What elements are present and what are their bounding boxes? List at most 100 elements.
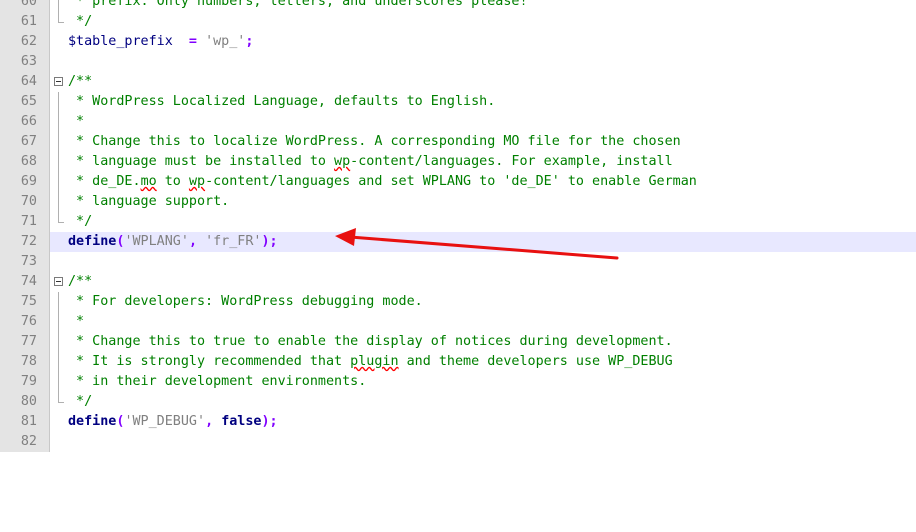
line-number: 81	[0, 412, 49, 432]
fold-guide	[49, 152, 67, 172]
line-number: 77	[0, 332, 49, 352]
line-number: 70	[0, 192, 49, 212]
string-literal: 'WPLANG'	[124, 234, 189, 249]
fold-guide	[49, 312, 67, 332]
code-comment: */	[68, 394, 93, 409]
code-line[interactable]: 63	[0, 52, 916, 72]
code-line[interactable]: 66 *	[0, 112, 916, 132]
code-comment: * language support.	[68, 194, 230, 209]
fold-margin	[49, 412, 67, 432]
code-line[interactable]: 82	[0, 432, 916, 452]
line-number: 80	[0, 392, 49, 412]
string-literal: 'wp_'	[205, 34, 246, 49]
fold-guide	[49, 92, 67, 112]
fold-guide	[49, 172, 67, 192]
code-comment: *	[68, 114, 85, 129]
line-number: 82	[0, 432, 49, 452]
code-line[interactable]: 75 * For developers: WordPress debugging…	[0, 292, 916, 312]
keyword: define	[68, 414, 117, 429]
line-number: 71	[0, 212, 49, 232]
fold-margin	[49, 432, 67, 452]
code-editor[interactable]: 60 * prefix. Only numbers, letters, and …	[0, 0, 916, 452]
fold-guide	[49, 352, 67, 372]
code-comment: /**	[68, 274, 93, 289]
code-line[interactable]: 77 * Change this to true to enable the d…	[0, 332, 916, 352]
code-line[interactable]: 79 * in their development environments.	[0, 372, 916, 392]
fold-guide	[49, 112, 67, 132]
code-line[interactable]: 64 /**	[0, 72, 916, 92]
code-comment: */	[68, 214, 93, 229]
fold-margin	[49, 252, 67, 272]
code-line[interactable]: 62 $table_prefix = 'wp_';	[0, 32, 916, 52]
line-number: 72	[0, 232, 49, 252]
operator: ,	[188, 234, 206, 249]
spell-error-word: wp	[188, 174, 206, 189]
fold-end-marker	[49, 392, 67, 412]
line-number: 61	[0, 12, 49, 32]
code-comment: * Change this to true to enable the disp…	[68, 334, 673, 349]
php-variable: $table_prefix	[68, 34, 173, 49]
line-number: 75	[0, 292, 49, 312]
operator: ;	[245, 34, 254, 49]
fold-margin	[49, 52, 67, 72]
code-line[interactable]: 73	[0, 252, 916, 272]
code-line[interactable]: 68 * language must be installed to wp-co…	[0, 152, 916, 172]
code-comment: * WordPress Localized Language, defaults…	[68, 94, 496, 109]
code-statement: define('WPLANG', 'fr_FR');	[68, 232, 278, 252]
code-comment: * de_DE.mo to wp-content/languages and s…	[68, 174, 697, 189]
line-number: 64	[0, 72, 49, 92]
code-line[interactable]: 78 * It is strongly recommended that plu…	[0, 352, 916, 372]
code-comment: *	[68, 314, 85, 329]
operator: );	[261, 414, 278, 429]
fold-collapse-icon[interactable]	[49, 72, 67, 92]
fold-margin	[49, 32, 67, 52]
code-statement: define('WP_DEBUG', false);	[68, 412, 278, 432]
code-line[interactable]: 61 */	[0, 12, 916, 32]
fold-end-marker	[49, 212, 67, 232]
code-line[interactable]: 65 * WordPress Localized Language, defau…	[0, 92, 916, 112]
code-line[interactable]: 70 * language support.	[0, 192, 916, 212]
fold-guide	[49, 372, 67, 392]
spell-error-word: mo	[140, 174, 157, 189]
code-comment: * For developers: WordPress debugging mo…	[68, 294, 423, 309]
fold-guide	[49, 0, 67, 12]
line-number: 79	[0, 372, 49, 392]
line-number: 67	[0, 132, 49, 152]
line-number: 68	[0, 152, 49, 172]
keyword: define	[68, 234, 117, 249]
line-number: 74	[0, 272, 49, 292]
code-line[interactable]: 69 * de_DE.mo to wp-content/languages an…	[0, 172, 916, 192]
fold-guide	[49, 332, 67, 352]
code-statement: $table_prefix = 'wp_';	[68, 32, 253, 52]
code-comment: * It is strongly recommended that plugin…	[68, 354, 673, 369]
code-line[interactable]: 60 * prefix. Only numbers, letters, and …	[0, 0, 916, 12]
fold-guide	[49, 292, 67, 312]
line-number: 60	[0, 0, 49, 12]
code-line[interactable]: 74 /**	[0, 272, 916, 292]
code-comment: * language must be installed to wp-conte…	[68, 154, 673, 169]
code-comment: /**	[68, 74, 93, 89]
code-comment: * in their development environments.	[68, 374, 367, 389]
string-literal: 'fr_FR'	[205, 234, 262, 249]
fold-guide	[49, 192, 67, 212]
current-line-highlight[interactable]: 72 define('WPLANG', 'fr_FR');	[0, 232, 916, 252]
line-number: 62	[0, 32, 49, 52]
fold-collapse-icon[interactable]	[49, 272, 67, 292]
operator: );	[261, 234, 278, 249]
spell-error-word: wp	[334, 154, 351, 169]
code-line[interactable]: 71 */	[0, 212, 916, 232]
line-number: 73	[0, 252, 49, 272]
code-line[interactable]: 76 *	[0, 312, 916, 332]
code-comment: */	[68, 14, 93, 29]
code-line[interactable]: 81 define('WP_DEBUG', false);	[0, 412, 916, 432]
fold-guide	[49, 132, 67, 152]
operator: ,	[205, 414, 222, 429]
code-comment: * prefix. Only numbers, letters, and und…	[68, 0, 528, 9]
code-line[interactable]: 67 * Change this to localize WordPress. …	[0, 132, 916, 152]
fold-margin	[49, 232, 67, 252]
fold-end-marker	[49, 12, 67, 32]
line-number: 65	[0, 92, 49, 112]
line-number: 63	[0, 52, 49, 72]
code-line[interactable]: 80 */	[0, 392, 916, 412]
line-number: 76	[0, 312, 49, 332]
